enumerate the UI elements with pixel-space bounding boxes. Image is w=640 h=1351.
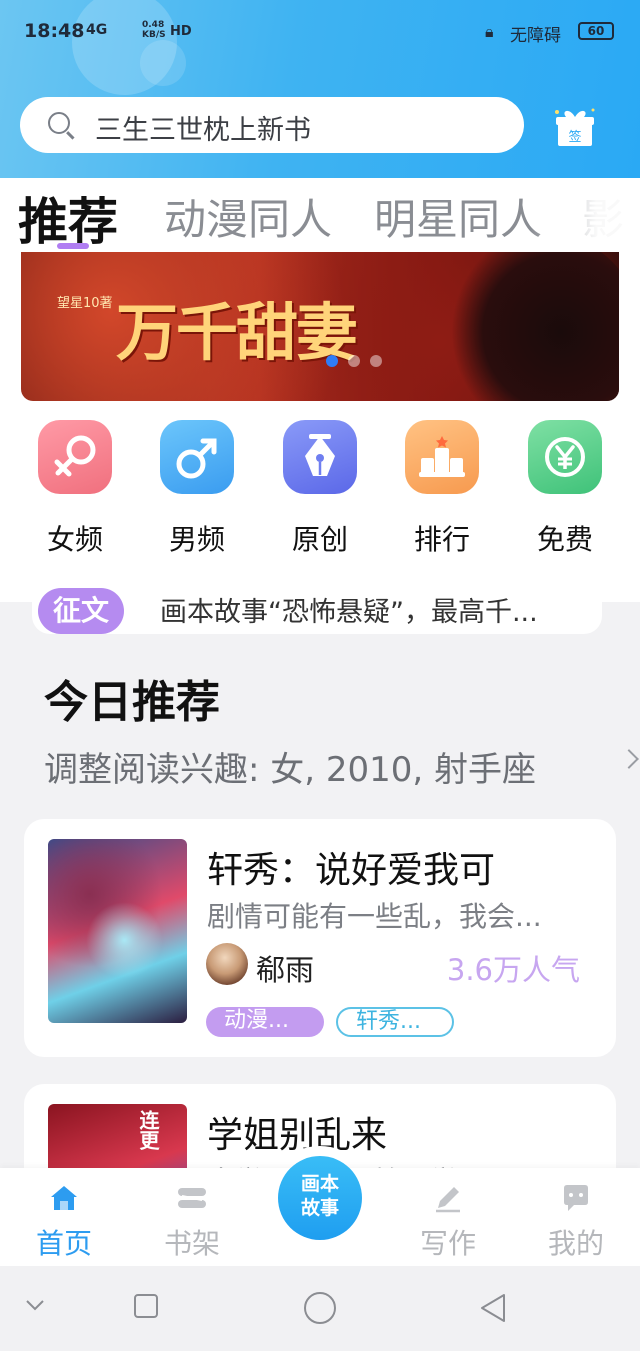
search-icon (48, 112, 70, 134)
back-icon[interactable] (478, 1292, 508, 1324)
tab-fade (530, 178, 640, 252)
book-popularity: 3.6万人气 (446, 953, 580, 987)
category-label: 免费 (536, 523, 593, 556)
chevron-down-icon[interactable] (24, 1298, 46, 1312)
home-button-icon[interactable] (303, 1291, 337, 1325)
category-icon-bg (283, 420, 357, 494)
podium-icon (419, 436, 465, 477)
category-free[interactable]: 免费 (528, 420, 602, 556)
nav-label: 写作 (419, 1227, 476, 1260)
search-placeholder: 三生三世枕上新书 (95, 115, 311, 146)
category-female[interactable]: 女频 (38, 420, 112, 556)
category-ranking[interactable]: 排行 (405, 420, 479, 556)
recent-apps-icon[interactable] (133, 1293, 159, 1319)
notice-bar[interactable]: 征文 画本故事“恐怖悬疑”，最高千... (32, 584, 602, 634)
yen-icon (545, 437, 585, 477)
speed-top: 0.48 (142, 20, 165, 30)
category-label: 原创 (291, 523, 348, 556)
category-label: 男频 (168, 523, 225, 556)
avatar (206, 943, 248, 985)
book-tag[interactable]: 动漫... (206, 1007, 324, 1037)
home-icon (51, 1186, 77, 1210)
category-icon-bg (528, 420, 602, 494)
category-label: 排行 (413, 523, 470, 556)
bookshelf-icon (178, 1188, 206, 1208)
network-speed: 0.48 KB/S (142, 20, 166, 40)
nav-label: 首页 (35, 1227, 92, 1260)
tab-celebrity-fanfic[interactable]: 明星同人 (374, 186, 542, 247)
cover-badge: 连更 (136, 1110, 160, 1150)
book-tag[interactable]: 轩秀... (336, 1007, 454, 1037)
speed-bottom: KB/S (142, 30, 166, 40)
pen-nib-icon (305, 434, 335, 476)
center-button-line2: 故事 (300, 1197, 339, 1219)
chevron-right-icon[interactable] (619, 749, 639, 769)
pen-icon (436, 1187, 460, 1213)
search-bar[interactable]: 三生三世枕上新书 (20, 97, 524, 153)
signal-icon: 4G (86, 22, 107, 38)
category-icon-bg (405, 420, 479, 494)
tab-indicator (57, 243, 89, 249)
nav-label: 我的 (547, 1227, 604, 1260)
banner-title: 万千甜妻 (116, 296, 358, 369)
book-cover[interactable] (48, 839, 187, 1023)
category-label: 女频 (46, 523, 103, 556)
system-nav-bar (0, 1266, 640, 1351)
gift-box-icon[interactable]: 签 (552, 104, 598, 150)
story-center-button[interactable]: 画本 故事 (278, 1156, 362, 1240)
male-icon (176, 438, 217, 479)
book-title: 轩秀：说好爱我可 (207, 850, 496, 891)
category-icon-bg (38, 420, 112, 494)
checkin-label: 签 (568, 129, 581, 145)
book-author: 郗雨 (256, 953, 315, 987)
center-button-line1: 画本 (300, 1173, 339, 1195)
promo-banner[interactable]: 望星10著 万千甜妻 (21, 252, 619, 401)
accessibility-label: 无障碍 (510, 26, 561, 46)
category-male[interactable]: 男频 (160, 420, 234, 556)
pager-dot (326, 355, 338, 367)
reading-interest-link[interactable]: 调整阅读兴趣: 女, 2010, 射手座 (44, 742, 536, 791)
signal-label: 4G (86, 22, 108, 38)
category-tabs: 推荐 动漫同人 明星同人 影 (0, 178, 640, 252)
category-original[interactable]: 原创 (283, 420, 357, 556)
contest-badge: 征文 (38, 588, 124, 634)
tab-anime-fanfic[interactable]: 动漫同人 (164, 186, 332, 247)
pager-dot (370, 355, 382, 367)
category-icon-bg (160, 420, 234, 494)
battery-icon: 60 (578, 22, 614, 40)
pager-dot (348, 355, 360, 367)
book-description: 剧情可能有一些乱，我会... (207, 900, 542, 933)
book-card[interactable]: 轩秀：说好爱我可 剧情可能有一些乱，我会... 郗雨 3.6万人气 动漫... … (24, 819, 616, 1057)
female-icon (54, 435, 96, 477)
status-time: 18:48 (24, 20, 85, 42)
status-bar: 18:48 4G 0.48 KB/S HD 🔒︎ 无障碍 60 (0, 18, 640, 48)
hd-icon: HD (170, 24, 192, 39)
banner-author: 望星10著 (57, 296, 113, 311)
lock-icon: 🔒︎ (485, 22, 494, 41)
banner-illustration (441, 252, 619, 401)
tab-recommend[interactable]: 推荐 (18, 182, 118, 252)
nav-label: 书架 (163, 1227, 220, 1260)
chat-bubble-icon (564, 1185, 588, 1211)
notice-text: 画本故事“恐怖悬疑”，最高千... (160, 597, 538, 628)
section-title: 今日推荐 (44, 677, 220, 728)
app-header: 18:48 4G 0.48 KB/S HD 🔒︎ 无障碍 60 三生三世枕上新书 … (0, 0, 640, 178)
